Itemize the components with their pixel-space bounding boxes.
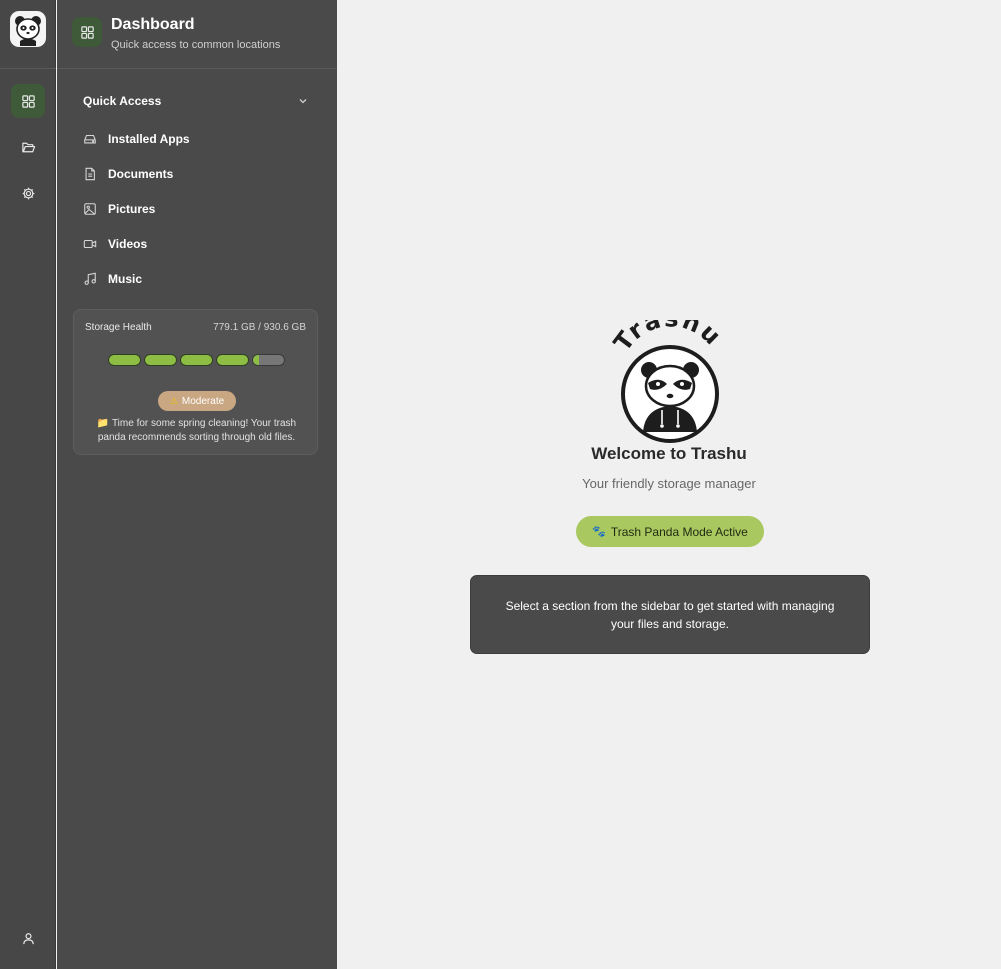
rail-settings-button[interactable]	[11, 176, 45, 210]
document-icon	[83, 167, 97, 181]
folder-open-icon	[21, 142, 35, 152]
status-badge-label: Moderate	[181, 395, 225, 407]
video-icon	[83, 237, 97, 251]
storage-usage-value: 779.1 GB / 930.6 GB	[213, 322, 306, 333]
icon-rail	[0, 0, 56, 969]
quick-access-pictures[interactable]: Pictures	[83, 196, 313, 222]
storage-health-text: Time for some spring cleaning! Your tras…	[97, 418, 297, 443]
warning-icon: ⚠	[169, 395, 178, 406]
info-card-text: Select a section from the sidebar to get…	[505, 598, 835, 631]
storage-segment	[144, 354, 177, 366]
user-icon	[22, 932, 34, 944]
dashboard-grid-icon	[80, 25, 94, 39]
main-content: Trashu Welcome to Trashu Your friendly s…	[337, 0, 1001, 969]
storage-segment	[252, 354, 285, 366]
quick-access-toggle[interactable]: Quick Access	[83, 91, 309, 111]
quick-access-heading: Quick Access	[83, 94, 162, 108]
dashboard-grid-icon	[21, 94, 35, 108]
storage-health-card: Storage Health 779.1 GB / 930.6 GB ⚠ Mod…	[73, 309, 318, 455]
paw-icon: 🐾	[592, 526, 606, 538]
storage-health-message: 📁 Time for some spring cleaning! Your tr…	[84, 417, 309, 445]
status-badge: ⚠ Moderate	[158, 391, 236, 411]
quick-access-label: Music	[108, 272, 143, 286]
storage-segment	[180, 354, 213, 366]
welcome-tagline: Your friendly storage manager	[582, 476, 756, 491]
rail-files-button[interactable]	[11, 130, 45, 164]
quick-access-music[interactable]: Music	[83, 266, 313, 292]
sidebar-panel: Dashboard Quick access to common locatio…	[57, 0, 337, 969]
drive-icon	[83, 132, 97, 146]
folder-icon: 📁	[96, 418, 110, 429]
rail-divider	[0, 68, 56, 69]
trashu-mascot-logo: Trashu	[608, 320, 726, 443]
image-icon	[83, 202, 97, 216]
storage-segment	[216, 354, 249, 366]
panel-header: Dashboard Quick access to common locatio…	[57, 0, 337, 69]
quick-access-installed-apps[interactable]: Installed Apps	[83, 126, 313, 152]
storage-segment-fill	[253, 355, 259, 365]
page-subtitle: Quick access to common locations	[111, 39, 281, 51]
welcome-heading: Welcome to Trashu	[591, 444, 747, 463]
rail-dashboard-button[interactable]	[11, 84, 45, 118]
storage-health-label: Storage Health	[85, 322, 152, 333]
quick-access-label: Videos	[108, 237, 148, 251]
quick-access-label: Pictures	[108, 202, 156, 216]
chevron-down-icon	[299, 99, 307, 104]
quick-access-documents[interactable]: Documents	[83, 161, 313, 187]
music-note-icon	[83, 272, 97, 286]
trash-panda-mode-button[interactable]: 🐾 Trash Panda Mode Active	[576, 516, 764, 547]
quick-access-label: Installed Apps	[108, 132, 190, 146]
page-title: Dashboard	[111, 16, 195, 33]
gear-icon	[22, 187, 34, 199]
quick-access-label: Documents	[108, 167, 174, 181]
mode-button-label: Trash Panda Mode Active	[610, 524, 748, 539]
header-dashboard-icon	[72, 17, 102, 47]
info-card: Select a section from the sidebar to get…	[470, 575, 870, 654]
app-logo[interactable]	[10, 11, 46, 47]
rail-profile-button[interactable]	[11, 921, 45, 955]
quick-access-videos[interactable]: Videos	[83, 231, 313, 257]
raccoon-panda-icon	[15, 16, 41, 46]
storage-segment	[108, 354, 141, 366]
